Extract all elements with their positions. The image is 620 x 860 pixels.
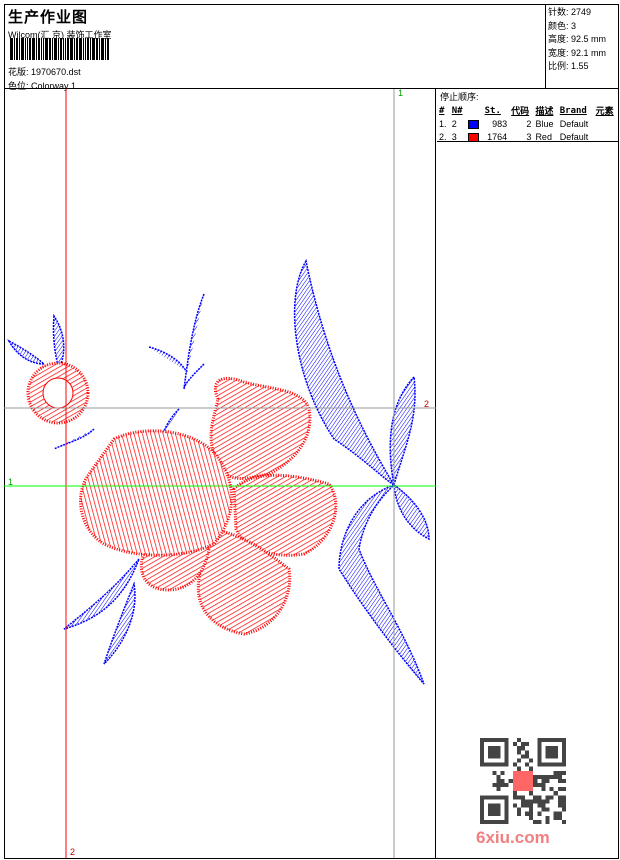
col-needle: N# bbox=[451, 105, 463, 116]
col-element: 元素 bbox=[595, 107, 614, 117]
col-desc: 描述 bbox=[535, 107, 554, 117]
stop-sequence-caption: 停止顺序: bbox=[440, 92, 479, 102]
red-flower bbox=[26, 361, 338, 636]
guide-label-v-green: 1 bbox=[398, 88, 404, 98]
col-stitches: St. bbox=[484, 105, 501, 116]
stop-sequence-panel: 停止顺序: # N# St. 代码 描述 Brand 元素 1. 2 983 2 B… bbox=[437, 89, 618, 142]
pattern-value: 1970670.dst bbox=[31, 67, 81, 77]
col-index: # bbox=[439, 105, 445, 116]
page-title: 生产作业图 bbox=[8, 9, 89, 26]
table-row: 2. 3 1764 3 Red Default bbox=[439, 131, 589, 142]
stop-sequence-table: # N# St. 代码 描述 Brand 元素 1. 2 983 2 Blue Def… bbox=[437, 104, 618, 143]
stat-height: 高度: 92.5 mm bbox=[548, 34, 607, 44]
pattern-label: 花版: bbox=[8, 67, 29, 77]
stats-box: 针数: 2749 颜色: 3 高度: 92.5 mm 宽度: 92.1 mm 比… bbox=[545, 4, 619, 88]
pattern-info: 花版: 1970670.dst bbox=[8, 65, 81, 78]
stat-colors: 颜色: 3 bbox=[548, 20, 577, 31]
qr-code bbox=[480, 738, 566, 824]
watermark-logo: 6xiu.com bbox=[476, 828, 550, 847]
col-swatch bbox=[466, 104, 483, 117]
guide-label-h-green: 1 bbox=[8, 477, 14, 487]
guide-label-h-red: 2 bbox=[424, 399, 430, 409]
table-row: 1. 2 983 2 Blue Default bbox=[439, 118, 589, 129]
stat-scale: 比例: 1.55 bbox=[548, 61, 589, 71]
stat-stitches: 针数: 2749 bbox=[548, 7, 592, 17]
design-canvas: 1 2 1 2 bbox=[4, 88, 436, 858]
col-code: 代码 bbox=[511, 107, 530, 117]
embroidery-preview bbox=[4, 89, 436, 858]
color-swatch-red bbox=[468, 132, 480, 142]
barcode bbox=[10, 38, 109, 60]
header: 生产作业图 Wilcom(汇 京) 装饰工作室 花版: 1970670.dst … bbox=[4, 4, 619, 91]
color-swatch-blue bbox=[468, 119, 480, 129]
col-brand: Brand bbox=[559, 105, 587, 116]
guide-label-v-red: 2 bbox=[70, 847, 76, 857]
stat-width: 宽度: 92.1 mm bbox=[548, 47, 607, 58]
